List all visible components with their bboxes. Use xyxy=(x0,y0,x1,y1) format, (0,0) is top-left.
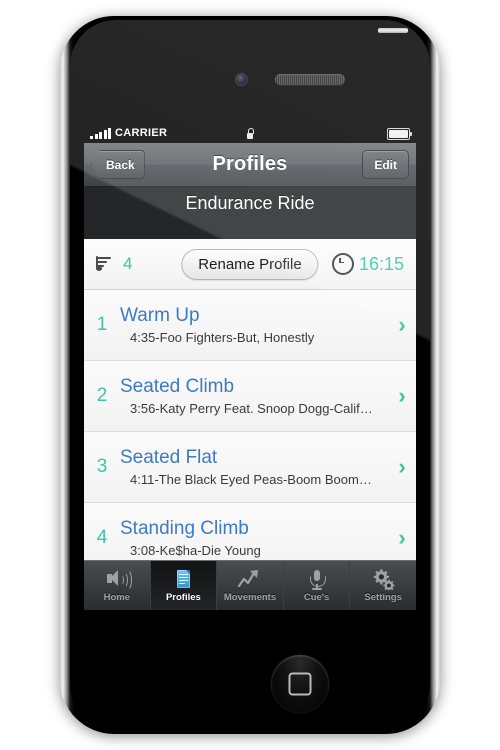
row-index: 2 xyxy=(96,385,108,406)
status-bar-center xyxy=(84,125,416,143)
tab-home-label: Home xyxy=(103,592,130,603)
home-button[interactable] xyxy=(271,655,329,713)
row-index: 1 xyxy=(96,314,108,335)
tab-movements[interactable]: Movements xyxy=(217,561,284,610)
power-button[interactable] xyxy=(378,28,408,33)
status-bar: CARRIER xyxy=(84,124,416,143)
total-time-label: 16:15 xyxy=(358,253,404,274)
profile-name-label: Endurance Ride xyxy=(185,193,315,213)
drag-handle-icon xyxy=(235,218,265,229)
earpiece-speaker-icon xyxy=(275,74,345,85)
clock-icon xyxy=(331,253,354,275)
row-subtitle: 4:11-The Black Eyed Peas-Boom Boom… xyxy=(130,471,372,487)
row-index: 3 xyxy=(96,456,108,477)
status-bar-right xyxy=(387,127,412,140)
row-subtitle: 4:35-Foo Fighters-But, Honestly xyxy=(130,329,315,345)
profile-toolbar: 4 Rename Profile 16:15 xyxy=(84,239,416,290)
front-camera-icon xyxy=(236,74,247,85)
tab-movements-label: Movements xyxy=(223,592,277,603)
tab-cues-label: Cue's xyxy=(303,592,330,603)
row-title: Seated Climb xyxy=(120,376,235,398)
back-button[interactable]: Back xyxy=(91,150,145,179)
tab-bar: Home Profiles Movements Cue's Settings xyxy=(84,560,416,610)
tab-settings[interactable]: Settings xyxy=(350,561,416,610)
profile-segment-list[interactable]: 1 Warm Up 4:35-Foo Fighters-But, Honestl… xyxy=(84,290,416,574)
tab-profiles[interactable]: Profiles xyxy=(150,561,218,610)
row-content: Seated Climb 3:56-Katy Perry Feat. Snoop… xyxy=(120,376,388,416)
navigation-bar: Back Profiles Edit xyxy=(84,143,416,187)
chevron-right-icon[interactable]: › xyxy=(388,385,416,407)
document-icon xyxy=(171,568,195,590)
chart-trend-icon xyxy=(237,568,262,590)
track-count-group: 4 xyxy=(96,254,132,274)
chevron-right-icon[interactable]: › xyxy=(388,314,416,336)
table-row[interactable]: 2 Seated Climb 3:56-Katy Perry Feat. Sno… xyxy=(84,361,416,432)
row-content: Standing Climb 3:08-Ke$ha-Die Young xyxy=(120,518,388,558)
tab-home[interactable]: Home xyxy=(84,561,151,610)
speaker-icon xyxy=(105,568,132,591)
row-index: 4 xyxy=(96,527,108,548)
rename-profile-button[interactable]: Rename Profile xyxy=(181,248,319,280)
table-row[interactable]: 3 Seated Flat 4:11-The Black Eyed Peas-B… xyxy=(84,432,416,503)
screenshot-root: CARRIER Back Profiles Edit Endurance Rid… xyxy=(0,0,500,750)
row-title: Seated Flat xyxy=(120,447,218,469)
row-content: Warm Up 4:35-Foo Fighters-But, Honestly xyxy=(120,305,388,345)
home-button-icon xyxy=(288,672,312,696)
row-subtitle: 3:08-Ke$ha-Die Young xyxy=(130,542,261,558)
microphone-icon xyxy=(305,568,329,590)
row-content: Seated Flat 4:11-The Black Eyed Peas-Boo… xyxy=(120,447,388,487)
tab-settings-label: Settings xyxy=(364,592,402,603)
tab-profiles-label: Profiles xyxy=(165,592,201,603)
row-title: Warm Up xyxy=(120,305,200,327)
lock-icon xyxy=(246,127,255,140)
profile-header: Endurance Ride xyxy=(84,187,416,249)
playlist-music-note-icon xyxy=(96,256,115,272)
row-subtitle: 3:56-Katy Perry Feat. Snoop Dogg-Calif… xyxy=(130,400,373,416)
gears-icon xyxy=(371,568,395,590)
edit-button[interactable]: Edit xyxy=(362,150,409,179)
chevron-right-icon[interactable]: › xyxy=(388,527,416,549)
table-row[interactable]: 1 Warm Up 4:35-Foo Fighters-But, Honestl… xyxy=(84,290,416,361)
chevron-right-icon[interactable]: › xyxy=(388,456,416,478)
app-screen: CARRIER Back Profiles Edit Endurance Rid… xyxy=(84,124,416,610)
tab-cues[interactable]: Cue's xyxy=(284,561,351,610)
row-title: Standing Climb xyxy=(120,518,249,540)
track-count-label: 4 xyxy=(123,254,133,273)
total-time-group: 16:15 xyxy=(331,253,404,275)
battery-icon xyxy=(387,127,412,140)
